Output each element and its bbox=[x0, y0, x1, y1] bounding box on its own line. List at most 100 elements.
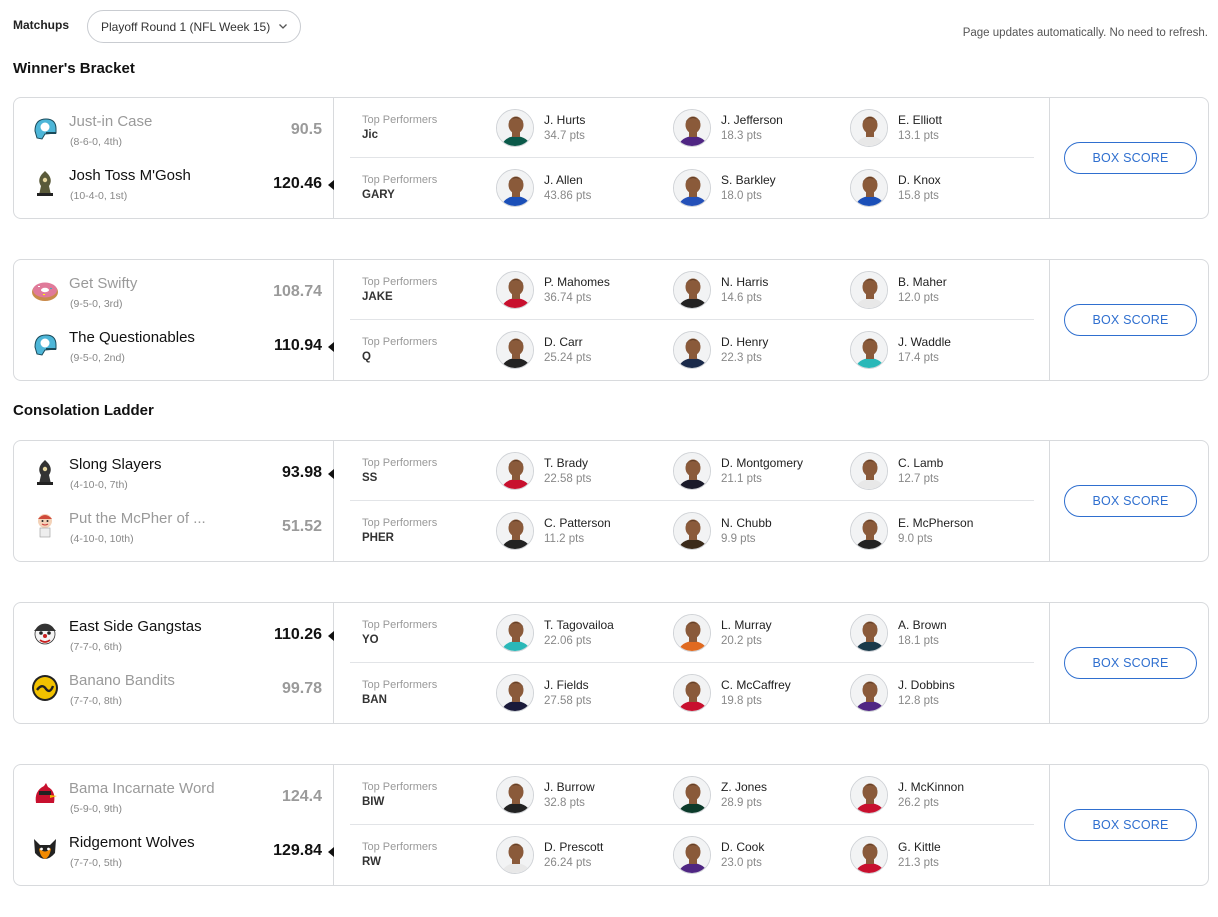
team-row[interactable]: Get Swifty (9-5-0, 3rd) 108.74 bbox=[14, 268, 334, 322]
team-name[interactable]: Get Swifty bbox=[69, 275, 137, 292]
top-performer[interactable]: E. McPherson 9.0 pts bbox=[850, 511, 1020, 553]
top-performer[interactable]: N. Chubb 9.9 pts bbox=[673, 511, 843, 553]
team-abbr: RW bbox=[362, 856, 381, 868]
top-performers-panel: Top Performers SS T. Brady 22.58 pts D. … bbox=[350, 441, 1034, 561]
consolation-ladder-title: Consolation Ladder bbox=[13, 402, 154, 419]
box-score-button[interactable]: BOX SCORE bbox=[1064, 485, 1197, 517]
team-row[interactable]: Ridgemont Wolves (7-7-0, 5th) 129.84 bbox=[14, 827, 334, 881]
top-performers-label: Top Performers bbox=[362, 174, 438, 186]
player-name: J. Waddle bbox=[898, 335, 951, 349]
top-performer[interactable]: J. Burrow 32.8 pts bbox=[496, 775, 666, 817]
week-dropdown-value: Playoff Round 1 (NFL Week 15) bbox=[101, 19, 271, 34]
winner-arrow-icon bbox=[328, 342, 334, 352]
team-record: (4-10-0, 10th) bbox=[70, 533, 134, 545]
matchup-card: Just-in Case (8-6-0, 4th) 90.5 Josh Toss… bbox=[13, 97, 1209, 219]
teams-panel: Bama Incarnate Word (5-9-0, 9th) 124.4 R… bbox=[14, 765, 334, 885]
player-points: 23.0 pts bbox=[721, 857, 762, 869]
top-performer[interactable]: T. Brady 22.58 pts bbox=[496, 451, 666, 493]
box-score-button[interactable]: BOX SCORE bbox=[1064, 142, 1197, 174]
team-name[interactable]: The Questionables bbox=[69, 329, 195, 346]
team-row[interactable]: Josh Toss M'Gosh (10-4-0, 1st) 120.46 bbox=[14, 160, 334, 214]
top-performer[interactable]: L. Murray 20.2 pts bbox=[673, 613, 843, 655]
team-abbr: Q bbox=[362, 351, 371, 363]
top-performer[interactable]: D. Prescott 26.24 pts bbox=[496, 835, 666, 877]
top-performer[interactable]: J. Dobbins 12.8 pts bbox=[850, 673, 1020, 715]
team-name[interactable]: Banano Bandits bbox=[69, 672, 175, 689]
box-score-button[interactable]: BOX SCORE bbox=[1064, 809, 1197, 841]
player-name: T. Tagovailoa bbox=[544, 618, 614, 632]
top-performer[interactable]: E. Elliott 13.1 pts bbox=[850, 108, 1020, 150]
top-performers-label: Top Performers bbox=[362, 841, 438, 853]
top-performer[interactable]: D. Henry 22.3 pts bbox=[673, 330, 843, 372]
top-performer[interactable]: G. Kittle 21.3 pts bbox=[850, 835, 1020, 877]
top-performer[interactable]: J. Hurts 34.7 pts bbox=[496, 108, 666, 150]
cardinal-icon bbox=[30, 781, 60, 811]
player-points: 17.4 pts bbox=[898, 352, 939, 364]
player-name: E. McPherson bbox=[898, 516, 974, 530]
top-performer[interactable]: J. McKinnon 26.2 pts bbox=[850, 775, 1020, 817]
player-points: 15.8 pts bbox=[898, 190, 939, 202]
player-name: J. Dobbins bbox=[898, 678, 955, 692]
team-name[interactable]: Put the McPher of ... bbox=[69, 510, 206, 527]
team-name[interactable]: Just-in Case bbox=[69, 113, 152, 130]
top-performer[interactable]: C. McCaffrey 19.8 pts bbox=[673, 673, 843, 715]
team-name[interactable]: Slong Slayers bbox=[69, 456, 162, 473]
player-name: J. McKinnon bbox=[898, 780, 965, 794]
matchup-card: East Side Gangstas (7-7-0, 6th) 110.26 B… bbox=[13, 602, 1209, 724]
team-record: (7-7-0, 6th) bbox=[70, 641, 122, 653]
top-performer[interactable]: D. Montgomery 21.1 pts bbox=[673, 451, 843, 493]
player-name: D. Prescott bbox=[544, 840, 604, 854]
team-name[interactable]: East Side Gangstas bbox=[69, 618, 202, 635]
team-row[interactable]: Banano Bandits (7-7-0, 8th) 99.78 bbox=[14, 665, 334, 719]
player-avatar bbox=[850, 169, 888, 207]
player-avatar bbox=[850, 614, 888, 652]
team-row[interactable]: Slong Slayers (4-10-0, 7th) 93.98 bbox=[14, 449, 334, 503]
top-performer[interactable]: J. Fields 27.58 pts bbox=[496, 673, 666, 715]
team-score: 90.5 bbox=[290, 121, 322, 138]
performers-row: Top Performers RW D. Prescott 26.24 pts … bbox=[350, 825, 1034, 885]
top-performer[interactable]: N. Harris 14.6 pts bbox=[673, 270, 843, 312]
top-performer[interactable]: C. Lamb 12.7 pts bbox=[850, 451, 1020, 493]
player-name: B. Maher bbox=[898, 275, 947, 289]
top-performer[interactable]: J. Allen 43.86 pts bbox=[496, 168, 666, 210]
box-score-button[interactable]: BOX SCORE bbox=[1064, 647, 1197, 679]
player-avatar bbox=[496, 614, 534, 652]
week-dropdown[interactable]: Playoff Round 1 (NFL Week 15) bbox=[87, 10, 301, 43]
team-row[interactable]: East Side Gangstas (7-7-0, 6th) 110.26 bbox=[14, 611, 334, 665]
top-performer[interactable]: A. Brown 18.1 pts bbox=[850, 613, 1020, 655]
top-performers-panel: Top Performers BIW J. Burrow 32.8 pts Z.… bbox=[350, 765, 1034, 885]
player-avatar bbox=[850, 109, 888, 147]
top-performers-label: Top Performers bbox=[362, 781, 438, 793]
team-name[interactable]: Ridgemont Wolves bbox=[69, 834, 195, 851]
top-performer[interactable]: C. Patterson 11.2 pts bbox=[496, 511, 666, 553]
top-performer[interactable]: T. Tagovailoa 22.06 pts bbox=[496, 613, 666, 655]
team-row[interactable]: Bama Incarnate Word (5-9-0, 9th) 124.4 bbox=[14, 773, 334, 827]
team-score: 99.78 bbox=[281, 680, 322, 697]
player-avatar bbox=[673, 512, 711, 550]
top-performer[interactable]: J. Jefferson 18.3 pts bbox=[673, 108, 843, 150]
top-performer[interactable]: S. Barkley 18.0 pts bbox=[673, 168, 843, 210]
team-row[interactable]: The Questionables (9-5-0, 2nd) 110.94 bbox=[14, 322, 334, 376]
player-name: C. McCaffrey bbox=[721, 678, 791, 692]
matchup-card: Slong Slayers (4-10-0, 7th) 93.98 Put th… bbox=[13, 440, 1209, 562]
top-performer[interactable]: P. Mahomes 36.74 pts bbox=[496, 270, 666, 312]
team-score: 108.74 bbox=[273, 283, 322, 300]
team-row[interactable]: Just-in Case (8-6-0, 4th) 90.5 bbox=[14, 106, 334, 160]
team-name[interactable]: Josh Toss M'Gosh bbox=[69, 167, 191, 184]
player-avatar bbox=[673, 836, 711, 874]
player-name: Z. Jones bbox=[721, 780, 768, 794]
top-performer[interactable]: D. Knox 15.8 pts bbox=[850, 168, 1020, 210]
banana-icon bbox=[30, 673, 60, 703]
team-row[interactable]: Put the McPher of ... (4-10-0, 10th) 51.… bbox=[14, 503, 334, 557]
top-performer[interactable]: D. Cook 23.0 pts bbox=[673, 835, 843, 877]
box-score-button[interactable]: BOX SCORE bbox=[1064, 304, 1197, 336]
top-performer[interactable]: J. Waddle 17.4 pts bbox=[850, 330, 1020, 372]
top-performer[interactable]: Z. Jones 28.9 pts bbox=[673, 775, 843, 817]
player-points: 28.9 pts bbox=[721, 797, 762, 809]
performers-row: Top Performers BAN J. Fields 27.58 pts C… bbox=[350, 663, 1034, 723]
winners-bracket-title: Winner's Bracket bbox=[13, 60, 135, 77]
player-avatar bbox=[496, 169, 534, 207]
top-performer[interactable]: D. Carr 25.24 pts bbox=[496, 330, 666, 372]
team-name[interactable]: Bama Incarnate Word bbox=[69, 780, 215, 797]
top-performer[interactable]: B. Maher 12.0 pts bbox=[850, 270, 1020, 312]
